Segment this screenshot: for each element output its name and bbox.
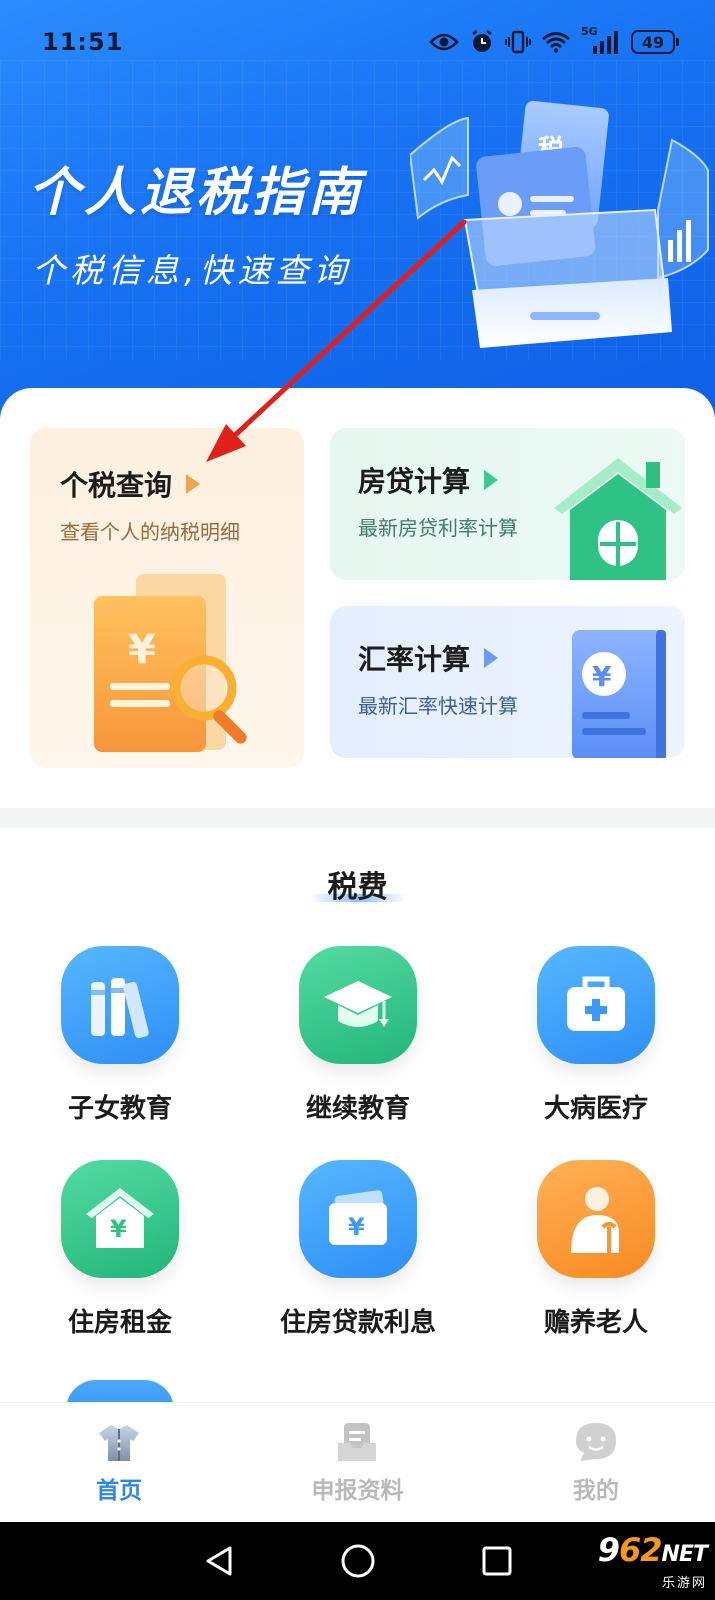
mortgage-title-row: 房贷计算	[358, 460, 518, 500]
medical-kit-icon	[567, 976, 625, 1031]
signal-indicator: 5G	[581, 25, 621, 55]
grid-item-mortgage-interest[interactable]: ¥ 住房贷款利息	[258, 1160, 458, 1339]
watermark-sub: 乐游网	[661, 1576, 707, 1591]
grid-item-continuing-education[interactable]: 继续教育	[258, 946, 458, 1125]
exchange-desc: 最新汇率快速计算	[358, 694, 518, 718]
tax-query-text: 个税查询 查看个人的纳税明细	[60, 464, 240, 545]
mortgage-text: 房贷计算 最新房贷利率计算	[358, 460, 518, 541]
nav-tab-declaration[interactable]: 申报资料	[238, 1403, 476, 1522]
grid-item-icon-bg: ¥	[299, 1160, 417, 1278]
house-icon	[554, 458, 682, 580]
wallet-yuan-icon: ¥	[329, 1190, 387, 1245]
grid-item-icon-bg	[61, 946, 179, 1064]
yuan-text: ¥	[348, 1213, 365, 1241]
hero-banner: 11:51 5G 49 个人退税指南 个税信息,快速查询	[0, 0, 715, 430]
section-divider	[0, 808, 715, 828]
watermark-logo-accent: 62	[619, 1531, 663, 1569]
back-icon[interactable]	[202, 1544, 236, 1578]
yuan-text: ¥	[110, 1215, 127, 1243]
books-icon	[91, 978, 149, 1039]
exchange-text: 汇率计算 最新汇率快速计算	[358, 638, 518, 719]
file-box-icon	[338, 1423, 377, 1461]
nav-label-home: 首页	[96, 1478, 143, 1504]
grid-item-label: 住房贷款利息	[279, 1308, 436, 1338]
arrow-right-icon	[186, 474, 201, 494]
currency-book-icon: ¥	[572, 630, 666, 758]
vibrate-icon	[505, 30, 531, 54]
grid-item-label: 子女教育	[67, 1094, 172, 1124]
grid-item-icon-bg: ¥	[61, 1160, 179, 1278]
grid-item-icon-bg	[299, 946, 417, 1064]
tax-files-illustration: 税	[410, 100, 709, 348]
exchange-rate-card[interactable]: 汇率计算 最新汇率快速计算 ¥	[330, 606, 685, 758]
tax-receipt-magnifier-icon: ¥	[94, 574, 247, 752]
nav-tab-mine[interactable]: 我的	[477, 1403, 715, 1522]
house-yuan-icon: ¥	[86, 1188, 154, 1248]
battery-icon: 49	[631, 30, 679, 54]
tax-query-title: 个税查询	[60, 469, 173, 502]
battery-level: 49	[641, 32, 665, 52]
exchange-title: 汇率计算	[358, 643, 471, 676]
arrow-right-icon	[484, 470, 499, 490]
tax-query-title-row: 个税查询	[60, 464, 240, 504]
site-watermark: 962NET 乐游网	[597, 1531, 708, 1591]
wifi-icon	[542, 32, 570, 53]
exchange-title-row: 汇率计算	[358, 638, 518, 678]
watermark-logo: 962NET	[597, 1531, 708, 1572]
grid-item-elderly-support[interactable]: 赡养老人	[496, 1160, 696, 1339]
tax-query-desc: 查看个人的纳税明细	[60, 520, 240, 544]
nav-label-mine: 我的	[572, 1478, 619, 1504]
yuan-text: ¥	[592, 660, 612, 693]
eye-icon	[429, 33, 459, 51]
elderly-icon	[571, 1187, 619, 1253]
grid-item-label: 大病医疗	[543, 1094, 648, 1124]
recents-square-icon[interactable]	[481, 1545, 513, 1577]
tax-query-card[interactable]: 个税查询 查看个人的纳税明细 ¥	[30, 428, 304, 768]
grid-item-medical[interactable]: 大病医疗	[496, 946, 696, 1125]
mortgage-title: 房贷计算	[358, 465, 471, 498]
hero-title: 个人退税指南	[28, 163, 365, 223]
bottom-navigation: 首页 申报资料 我的	[0, 1402, 715, 1522]
grid-item-housing-rent[interactable]: ¥ 住房租金	[20, 1160, 220, 1339]
mortgage-card[interactable]: 房贷计算 最新房贷利率计算	[330, 428, 685, 580]
section-title: 税费	[327, 870, 388, 905]
grid-item-label: 赡养老人	[543, 1308, 648, 1338]
grid-item-children-education[interactable]: 子女教育	[20, 946, 220, 1125]
home-shirt-icon	[99, 1425, 140, 1461]
arrow-right-icon	[484, 648, 499, 668]
yuan-text: ¥	[128, 627, 156, 673]
hero-subtitle: 个税信息,快速查询	[32, 251, 352, 290]
nav-label-declaration: 申报资料	[311, 1478, 404, 1504]
grid-item-label: 继续教育	[305, 1094, 410, 1124]
status-time: 11:51	[42, 28, 124, 56]
chat-face-icon	[575, 1423, 616, 1461]
grid-item-label: 住房租金	[67, 1308, 172, 1338]
nav-tab-home[interactable]: 首页	[0, 1403, 238, 1522]
watermark-logo-prefix: 9	[597, 1531, 620, 1569]
signal-icon	[593, 31, 618, 54]
alarm-icon	[472, 29, 492, 52]
watermark-logo-suffix: NET	[661, 1542, 708, 1567]
grid-item-icon-bg	[537, 1160, 655, 1278]
grid-item-icon-bg	[537, 946, 655, 1064]
status-bar: 11:51 5G 49	[0, 0, 715, 84]
mortgage-desc: 最新房贷利率计算	[358, 516, 518, 540]
graduation-cap-icon	[324, 981, 392, 1027]
status-icons: 5G 49	[429, 25, 679, 55]
home-circle-icon[interactable]	[340, 1543, 376, 1579]
